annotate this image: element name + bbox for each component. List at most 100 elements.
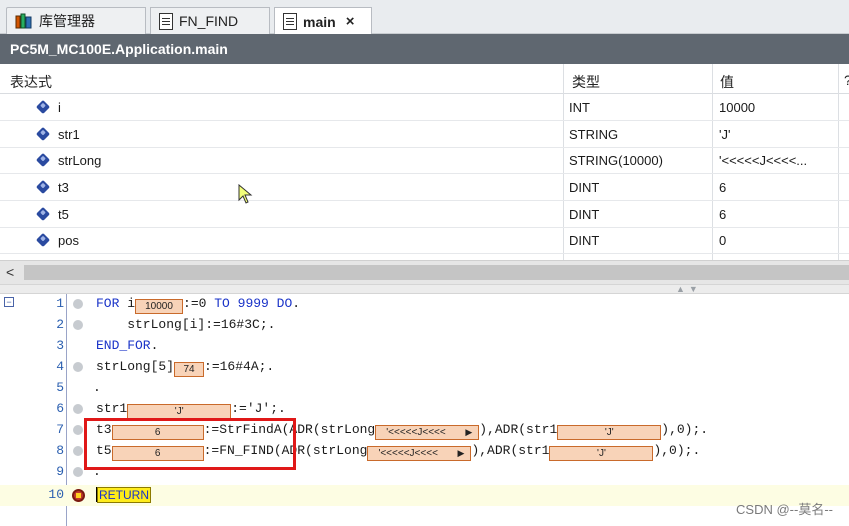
header-expression[interactable]: 表达式 — [10, 72, 52, 92]
current-position-icon[interactable] — [72, 489, 85, 502]
code-text[interactable]: str1 'J':='J';. — [96, 401, 286, 419]
code-text[interactable]: strLong[5] 74:=16#4A;. — [96, 359, 274, 377]
code-text[interactable]: strLong[i]:=16#3C;. — [96, 317, 275, 332]
variable-icon — [35, 126, 51, 142]
code-line[interactable]: 6 str1 'J':='J';. — [0, 399, 849, 420]
code-line[interactable]: 3 END_FOR. — [0, 336, 849, 357]
watch-header: 表达式 类型 值 ? — [0, 64, 849, 94]
var-type: DINT — [569, 180, 600, 195]
var-type: STRING — [569, 127, 619, 142]
monitor-value[interactable]: 'J' — [557, 425, 662, 440]
watch-row[interactable]: str1 STRING 'J' — [0, 122, 849, 148]
breakpoint-slot[interactable] — [73, 362, 83, 372]
keyword: DO — [276, 296, 293, 311]
var-name: str1 — [58, 127, 80, 142]
code-token: str1 — [96, 401, 128, 416]
breakpoint-slot[interactable] — [73, 320, 83, 330]
var-value[interactable]: 10000 — [719, 100, 755, 115]
tab-main[interactable]: main × — [274, 7, 372, 35]
var-value[interactable]: 6 — [719, 180, 726, 195]
breakpoint-slot[interactable] — [73, 446, 83, 456]
code-text[interactable]: END_FOR. — [96, 338, 158, 353]
var-name: strLong — [58, 153, 102, 168]
watch-horizontal-scrollbar[interactable]: < — [0, 260, 849, 284]
variable-icon — [35, 99, 51, 115]
code-text[interactable]: FOR i 10000:=0 TO 9999 DO. — [96, 296, 300, 314]
code-token: i — [119, 296, 136, 311]
watch-row[interactable]: i INT 10000 — [0, 95, 849, 121]
line-number: 3 — [56, 338, 64, 353]
var-name: i — [58, 100, 61, 115]
watch-table: 表达式 类型 值 ? i INT 10000 str1 STRING 'J' s… — [0, 64, 849, 260]
scrollbar-thumb[interactable] — [24, 265, 849, 280]
keyword: FOR — [96, 296, 120, 311]
watch-row[interactable]: pos DINT 0 — [0, 228, 849, 254]
code-line[interactable]: 1 FOR i 10000:=0 TO 9999 DO. — [0, 294, 849, 315]
header-value[interactable]: 值 — [720, 72, 734, 92]
line-number: 8 — [56, 443, 64, 458]
code-token: :='J';. — [231, 401, 286, 416]
var-value[interactable]: '<<<<<J<<<<... — [719, 153, 807, 168]
monitor-value[interactable]: 10000 — [135, 299, 184, 314]
var-value[interactable]: 6 — [719, 207, 726, 222]
breakpoint-slot[interactable] — [73, 425, 83, 435]
pou-title: PC5M_MC100E.Application.main — [0, 34, 849, 64]
code-text[interactable]: RETURN — [96, 487, 151, 503]
monitor-value-text: '<<<<<J<<<< — [378, 448, 438, 459]
tab-fn-find[interactable]: FN_FIND — [150, 7, 270, 34]
code-token: ),0);. — [653, 443, 701, 458]
code-editor[interactable]: − 1 FOR i 10000:=0 TO 9999 DO. 2 strLong[… — [0, 294, 849, 526]
expand-arrow-icon[interactable]: ▶ — [458, 447, 465, 460]
watch-row[interactable]: t5 DINT 6 — [0, 202, 849, 228]
variable-icon — [35, 206, 51, 222]
library-icon — [15, 13, 33, 29]
keyword: END_FOR — [96, 338, 151, 353]
header-type[interactable]: 类型 — [572, 72, 600, 92]
scroll-left-arrow-icon[interactable]: < — [6, 264, 14, 280]
monitor-value-array[interactable]: '<<<<<J<<<< ▶ — [367, 446, 472, 461]
line-number: 1 — [56, 296, 64, 311]
line-number: 5 — [56, 380, 64, 395]
var-type: DINT — [569, 207, 600, 222]
breakpoint-slot[interactable] — [73, 299, 83, 309]
code-token: ),ADR(str1 — [471, 443, 550, 458]
var-value[interactable]: 0 — [719, 233, 726, 248]
var-type: INT — [569, 100, 590, 115]
breakpoint-slot[interactable] — [73, 404, 83, 414]
editor-tab-bar: 库管理器 FN_FIND main × — [0, 0, 849, 35]
breakpoint-slot[interactable] — [73, 467, 83, 477]
line-number: 9 — [56, 464, 64, 479]
code-token: . — [150, 338, 159, 353]
tab-label: main — [303, 13, 336, 30]
variable-icon — [35, 152, 51, 168]
variable-icon — [35, 179, 51, 195]
var-name: t5 — [58, 207, 69, 222]
monitor-value-array[interactable]: '<<<<<J<<<< ▶ — [375, 425, 480, 440]
tab-library-manager[interactable]: 库管理器 — [6, 7, 146, 34]
return-keyword: RETURN — [97, 487, 151, 503]
expand-arrow-icon[interactable]: ▶ — [465, 426, 472, 439]
var-name: t3 — [58, 180, 69, 195]
code-line-current[interactable]: 10 RETURN — [0, 485, 849, 506]
code-line[interactable]: 5 . — [0, 378, 849, 399]
watch-row[interactable]: strLong STRING(10000) '<<<<<J<<<<... — [0, 148, 849, 174]
document-icon — [159, 12, 173, 30]
close-icon[interactable]: × — [346, 13, 355, 30]
tab-label: 库管理器 — [39, 13, 95, 29]
code-line[interactable]: 2 strLong[i]:=16#3C;. — [0, 315, 849, 336]
header-extra[interactable]: ? — [844, 72, 849, 88]
monitor-value[interactable]: 'J' — [127, 404, 232, 419]
splitter-grip-icon[interactable]: ▲▼ — [676, 284, 702, 294]
code-text[interactable]: . — [93, 380, 101, 395]
monitor-value[interactable]: 'J' — [549, 446, 654, 461]
var-value[interactable]: 'J' — [719, 127, 730, 142]
mouse-cursor-icon — [238, 184, 253, 204]
pane-splitter[interactable]: ▲▼ — [0, 284, 849, 294]
code-line[interactable]: 4 strLong[5] 74:=16#4A;. — [0, 357, 849, 378]
monitor-value-text: '<<<<<J<<<< — [386, 427, 446, 438]
watch-row[interactable]: t3 DINT 6 — [0, 175, 849, 201]
monitor-value[interactable]: 74 — [174, 362, 205, 377]
code-token: ),0);. — [661, 422, 709, 437]
code-token: 9999 — [229, 296, 277, 311]
document-icon — [283, 13, 297, 30]
